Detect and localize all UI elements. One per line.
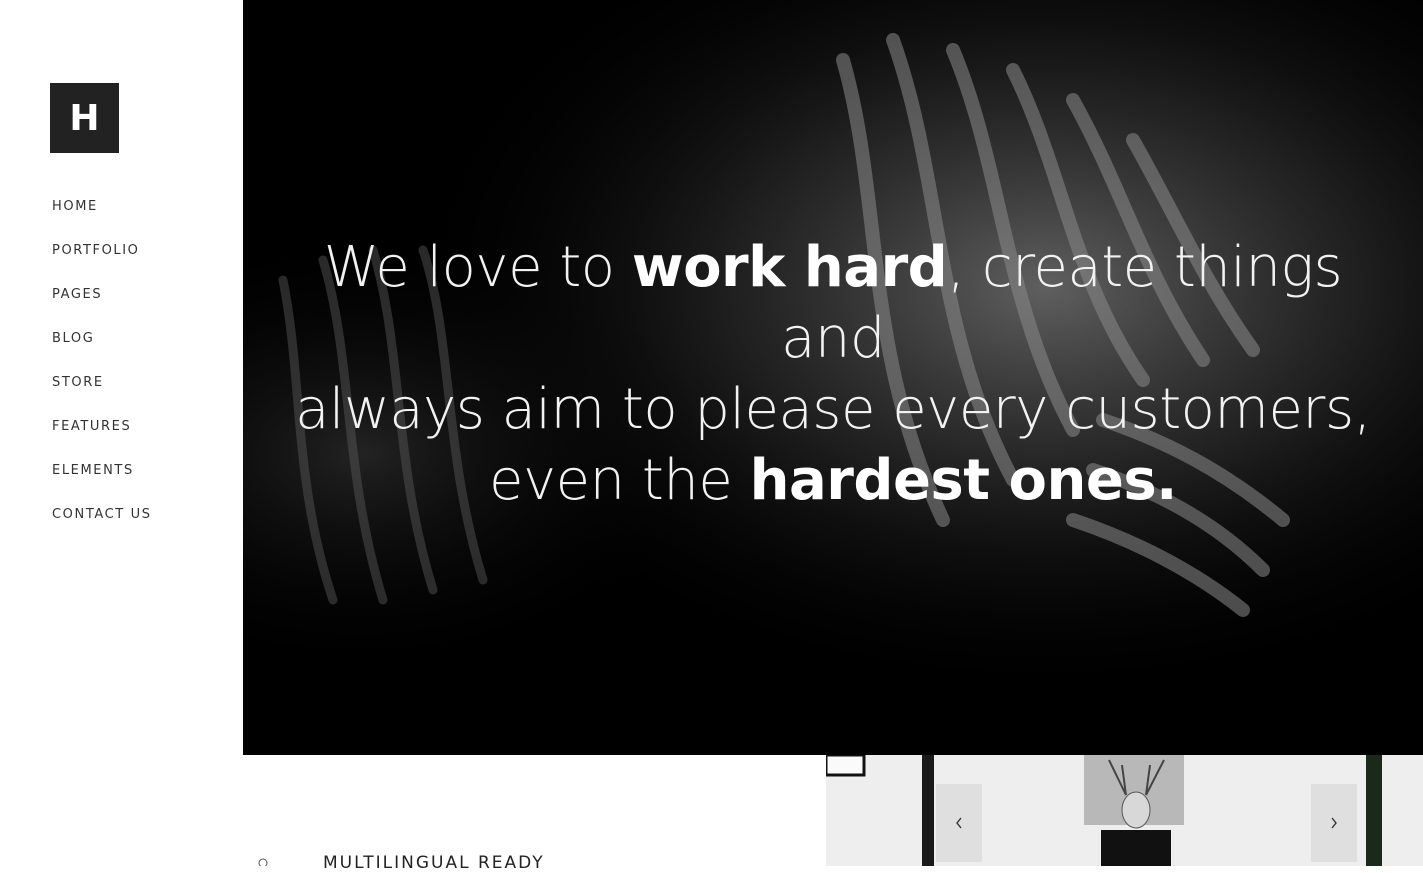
hero-line1-a: We love to xyxy=(323,235,632,300)
nav-item-pages[interactable]: PAGES xyxy=(52,286,152,330)
nav-item-portfolio[interactable]: PORTFOLIO xyxy=(52,242,152,286)
nav-item-elements[interactable]: ELEMENTS xyxy=(52,462,152,506)
hero-line2: always aim to please every customers, xyxy=(295,377,1371,442)
logo[interactable]: H xyxy=(50,83,119,153)
nav-item-home[interactable]: HOME xyxy=(52,198,152,242)
nav-item-store[interactable]: STORE xyxy=(52,374,152,418)
hero-line3-a: even the xyxy=(489,448,750,513)
gallery-slider xyxy=(826,755,1423,866)
hero-line1-bold: work hard xyxy=(631,235,948,300)
gallery-prev-button[interactable] xyxy=(936,784,982,862)
nav-item-features[interactable]: FEATURES xyxy=(52,418,152,462)
nav-item-contact-us[interactable]: CONTACT US xyxy=(52,506,152,550)
feature-title: MULTILINGUAL READY xyxy=(323,853,545,873)
hero-section: We love to work hard, create things and … xyxy=(243,0,1423,755)
globe-icon xyxy=(258,858,268,866)
hero-heading: We love to work hard, create things and … xyxy=(283,232,1383,516)
chevron-right-icon xyxy=(1331,817,1337,829)
chevron-left-icon xyxy=(956,817,962,829)
hero-line3-bold: hardest ones. xyxy=(749,448,1178,513)
gallery-next-button[interactable] xyxy=(1311,784,1357,862)
main-nav: HOME PORTFOLIO PAGES BLOG STORE FEATURES… xyxy=(52,198,152,550)
sidebar: H HOME PORTFOLIO PAGES BLOG STORE FEATUR… xyxy=(0,0,243,866)
logo-letter: H xyxy=(69,97,100,139)
nav-item-blog[interactable]: BLOG xyxy=(52,330,152,374)
